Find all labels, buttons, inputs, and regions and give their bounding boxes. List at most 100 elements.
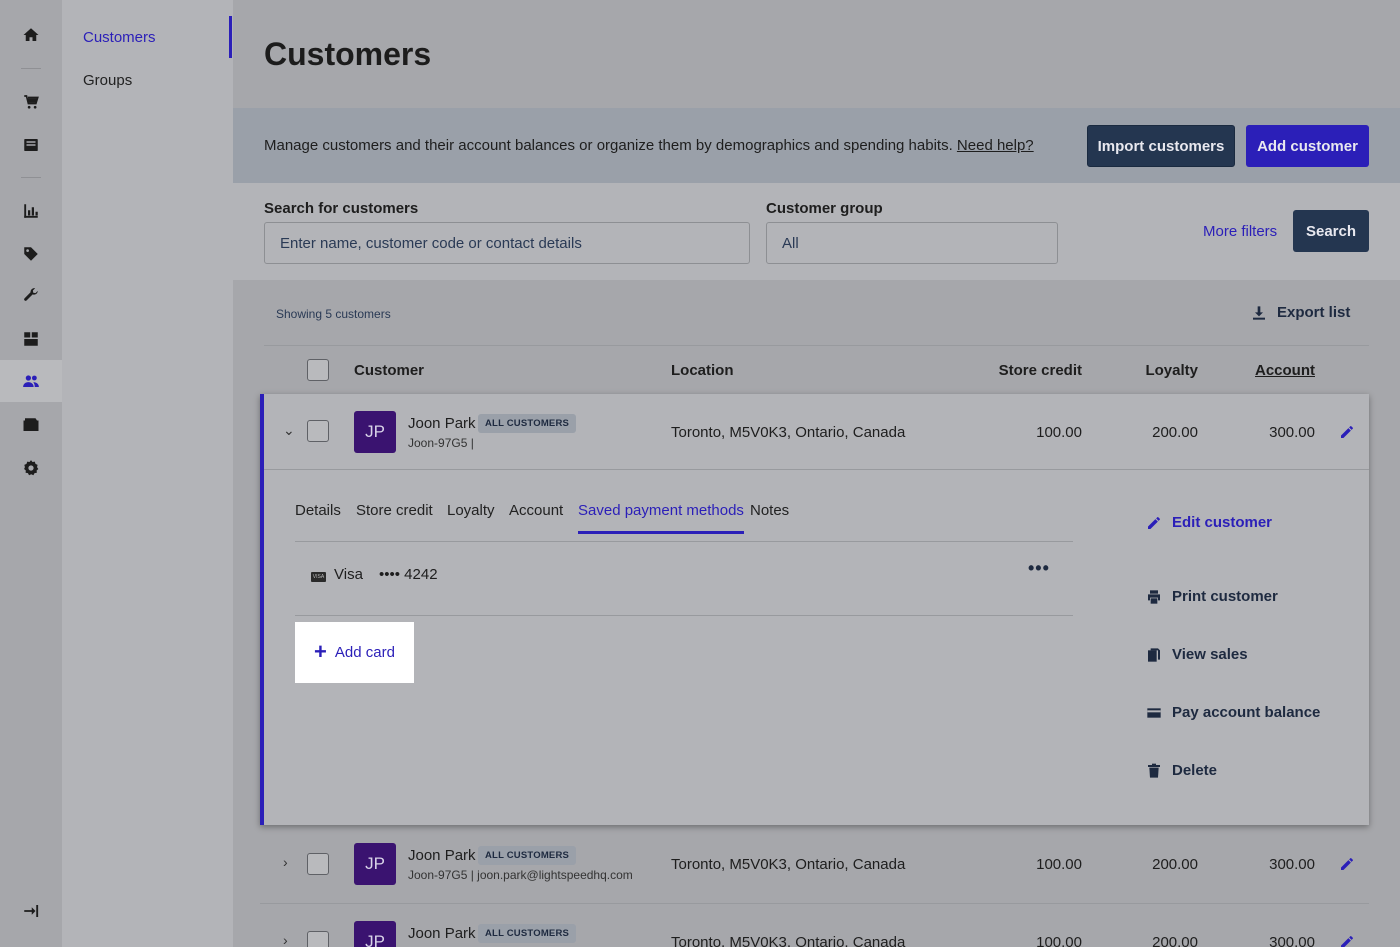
loyalty-value: 200.00 [1152, 424, 1198, 441]
print-customer-label: Print customer [1172, 588, 1278, 605]
collapse-chevron-icon[interactable]: ⌄ [283, 422, 295, 439]
rail-divider [21, 68, 41, 69]
home-icon[interactable] [0, 14, 62, 56]
table-header: Customer Location Store credit Loyalty A… [264, 345, 1369, 393]
avatar: JP [354, 921, 396, 947]
column-account[interactable]: Account [1225, 362, 1315, 379]
group-badge: ALL CUSTOMERS [478, 924, 577, 943]
tab-store-credit[interactable]: Store credit [356, 502, 433, 531]
subnav-active-indicator [229, 16, 232, 58]
edit-customer-label: Edit customer [1172, 514, 1273, 531]
pay-account-balance-button[interactable]: Pay account balance [1146, 704, 1320, 721]
column-customer: Customer [354, 362, 425, 379]
tab-loyalty[interactable]: Loyalty [447, 502, 495, 531]
banner-description: Manage customers and their account balan… [264, 137, 1034, 154]
register-icon[interactable] [0, 124, 62, 166]
search-input[interactable]: Enter name, customer code or contact det… [264, 222, 750, 264]
column-loyalty[interactable]: Loyalty [1108, 362, 1198, 379]
edit-pencil-icon[interactable] [1339, 424, 1355, 445]
view-sales-button[interactable]: View sales [1146, 646, 1248, 663]
group-badge: ALL CUSTOMERS [478, 846, 577, 865]
export-list-label: Export list [1277, 304, 1351, 321]
printer-icon [1148, 589, 1160, 604]
add-card-button[interactable]: + Add card [295, 622, 414, 683]
rail-divider [21, 177, 41, 178]
customer-location: Toronto, M5V0K3, Ontario, Canada [671, 856, 906, 873]
page-title: Customers [264, 36, 432, 72]
filter-bar: Search for customers Enter name, custome… [233, 183, 1400, 280]
plus-icon: + [314, 638, 327, 664]
pencil-icon [1148, 516, 1160, 529]
table-row[interactable]: › JP Joon Park ALL CUSTOMERS Joon-97G5 |… [260, 826, 1369, 904]
column-location: Location [671, 362, 734, 379]
delete-customer-button[interactable]: Delete [1146, 762, 1217, 779]
edit-pencil-icon[interactable] [1339, 856, 1355, 877]
account-value: 300.00 [1269, 856, 1315, 873]
banner-text: Manage customers and their account balan… [264, 137, 953, 154]
print-customer-button[interactable]: Print customer [1146, 588, 1278, 605]
avatar: JP [354, 843, 396, 885]
account-value: 300.00 [1269, 934, 1315, 947]
store-credit-value: 100.00 [1036, 424, 1082, 441]
credit-card-icon [1147, 707, 1161, 718]
tab-notes[interactable]: Notes [750, 502, 789, 531]
cart-icon[interactable] [0, 81, 62, 123]
documents-icon [1148, 647, 1160, 662]
add-customer-button[interactable]: Add customer [1246, 125, 1369, 167]
main-content: Customers Manage customers and their acc… [233, 0, 1400, 947]
delete-label: Delete [1172, 762, 1218, 779]
customer-name: Joon Park [408, 415, 476, 432]
store-credit-value: 100.00 [1036, 934, 1082, 947]
result-count: Showing 5 customers [276, 307, 391, 321]
customer-code: Joon-97G5 | joon.park@lightspeedhq.com [408, 868, 633, 882]
gear-icon[interactable] [0, 447, 62, 489]
subnav-item-groups[interactable]: Groups [83, 72, 132, 89]
reports-icon[interactable] [0, 190, 62, 232]
more-options-icon[interactable]: ••• [1028, 558, 1050, 579]
credit-card-icon: VISA [311, 572, 326, 582]
trash-icon [1148, 763, 1160, 778]
pay-account-balance-label: Pay account balance [1172, 704, 1321, 721]
customer-group-select[interactable]: All [766, 222, 1058, 264]
customer-location: Toronto, M5V0K3, Ontario, Canada [671, 424, 906, 441]
export-list-button[interactable]: Export list [1251, 304, 1350, 321]
edit-customer-button[interactable]: Edit customer [1146, 514, 1272, 531]
customers-icon[interactable] [0, 360, 62, 402]
customer-name: Joon Park [408, 925, 476, 942]
wrench-icon[interactable] [0, 274, 62, 316]
need-help-link[interactable]: Need help? [957, 137, 1034, 154]
tag-icon[interactable] [0, 233, 62, 275]
customer-location: Toronto, M5V0K3, Ontario, Canada [671, 934, 906, 947]
loyalty-value: 200.00 [1152, 934, 1198, 947]
loyalty-value: 200.00 [1152, 856, 1198, 873]
tab-account[interactable]: Account [509, 502, 563, 531]
subnav-item-customers[interactable]: Customers [83, 29, 156, 46]
store-credit-value: 100.00 [1036, 856, 1082, 873]
row-checkbox[interactable] [307, 420, 329, 442]
expand-chevron-icon[interactable]: › [283, 932, 288, 947]
select-all-checkbox[interactable] [307, 359, 329, 381]
search-label: Search for customers [264, 200, 419, 217]
customer-group-label: Customer group [766, 200, 883, 217]
search-button[interactable]: Search [1293, 210, 1369, 252]
table-row[interactable]: › JP Joon Park ALL CUSTOMERS Toronto, M5… [260, 904, 1369, 947]
row-divider [264, 469, 1369, 470]
folder-icon[interactable] [0, 404, 62, 446]
column-store-credit[interactable]: Store credit [982, 362, 1082, 379]
saved-card-row: VISA Visa •••• 4242 ••• [295, 542, 1073, 616]
row-checkbox[interactable] [307, 931, 329, 947]
collapse-right-icon[interactable] [0, 890, 62, 932]
download-icon [1253, 305, 1265, 320]
edit-pencil-icon[interactable] [1339, 934, 1355, 947]
inventory-icon[interactable] [0, 318, 62, 360]
import-customers-button[interactable]: Import customers [1087, 125, 1235, 167]
icon-rail [0, 0, 62, 947]
customer-name: Joon Park [408, 847, 476, 864]
table-row[interactable]: ⌄ JP Joon Park ALL CUSTOMERS Joon-97G5 |… [264, 394, 1369, 470]
expand-chevron-icon[interactable]: › [283, 854, 288, 870]
customer-detail-tabs: Details Store credit Loyalty Account Sav… [295, 502, 1073, 542]
tab-saved-payment-methods[interactable]: Saved payment methods [578, 502, 744, 534]
tab-details[interactable]: Details [295, 502, 341, 531]
row-checkbox[interactable] [307, 853, 329, 875]
more-filters-link[interactable]: More filters [1203, 223, 1277, 240]
